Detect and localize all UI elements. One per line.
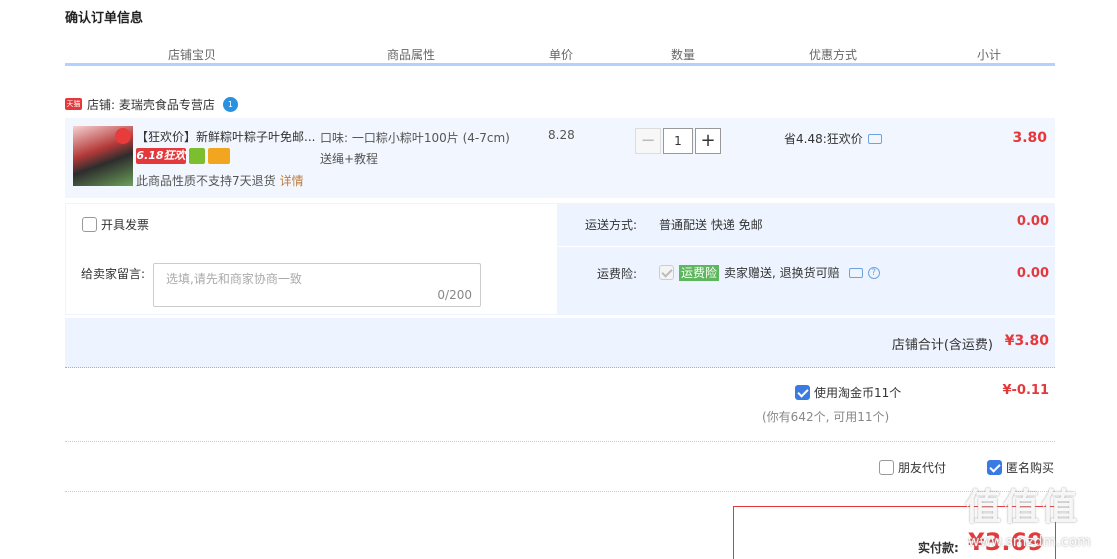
shop-row: 天猫 店铺: 麦瑞壳食品专营店 1 bbox=[65, 96, 238, 112]
watermark-logo: 值值值 bbox=[965, 487, 1080, 528]
qty-minus-button[interactable]: − bbox=[635, 128, 661, 154]
detail-link[interactable]: 详情 bbox=[280, 174, 304, 188]
order-options: 开具发票 给卖家留言: 选填,请先和商家协商一致 0/200 运送方式: 普通配… bbox=[65, 203, 1055, 315]
invoice-option[interactable]: 开具发票 bbox=[82, 216, 149, 233]
divider bbox=[65, 441, 1055, 442]
discount-text: 省4.48:狂欢价 bbox=[784, 132, 863, 146]
shop-name-link[interactable]: 店铺: 麦瑞壳食品专营店 bbox=[87, 96, 215, 113]
insurance-checkbox bbox=[659, 265, 674, 280]
anonymous-label: 匿名购买 bbox=[1006, 461, 1055, 475]
service-icon bbox=[189, 148, 205, 164]
order-column-header: 店铺宝贝 商品属性 单价 数量 优惠方式 小计 bbox=[65, 44, 1055, 66]
insurance-text: 卖家赠送, 退换货可赔 bbox=[724, 266, 840, 280]
no-return-text: 此商品性质不支持7天退货 bbox=[136, 174, 276, 188]
order-item-row: 【狂欢价】新鲜粽叶粽子叶免邮... 6.18狂欢 此商品性质不支持7天退货 详情 … bbox=[65, 118, 1055, 198]
friend-pay-option[interactable]: 朋友代付 bbox=[879, 459, 946, 476]
col-quantity: 数量 bbox=[671, 48, 696, 62]
quantity-stepper: − 1 + bbox=[635, 128, 721, 154]
quantity-input[interactable]: 1 bbox=[663, 128, 693, 154]
shipping-price: 0.00 bbox=[1016, 214, 1049, 229]
promo-618-tag: 6.18狂欢 bbox=[136, 148, 186, 164]
wangwang-chat-icon[interactable]: 1 bbox=[222, 96, 238, 112]
unit-price: 8.28 bbox=[548, 128, 575, 142]
tmall-icon: 天猫 bbox=[65, 98, 82, 110]
anonymous-checkbox[interactable] bbox=[987, 460, 1002, 475]
insurance-tag: 运费险 bbox=[679, 264, 720, 281]
shop-total-label: 店铺合计(含运费) bbox=[891, 338, 993, 353]
help-icon[interactable]: ? bbox=[867, 266, 880, 279]
discount-info: 省4.48:狂欢价 bbox=[784, 130, 882, 147]
message-counter: 0/200 bbox=[437, 288, 472, 302]
options-left-panel: 开具发票 给卖家留言: 选填,请先和商家协商一致 0/200 bbox=[65, 203, 558, 315]
col-attribute: 商品属性 bbox=[387, 48, 436, 62]
anonymous-option[interactable]: 匿名购买 bbox=[987, 459, 1054, 476]
shipping-label: 运送方式: bbox=[585, 218, 638, 232]
message-label: 给卖家留言: bbox=[81, 267, 146, 281]
shop-total-amount: ¥3.80 bbox=[1004, 333, 1049, 349]
message-icon[interactable] bbox=[848, 267, 863, 278]
payment-label: 实付款: bbox=[918, 541, 959, 555]
friend-pay-label: 朋友代付 bbox=[898, 461, 947, 475]
invoice-label: 开具发票 bbox=[101, 218, 150, 232]
product-tags: 6.18狂欢 bbox=[136, 148, 230, 164]
product-attribute: 口味: 一口粽小粽叶100片 (4-7cm) 送绳+教程 bbox=[320, 131, 510, 166]
insurance-label: 运费险: bbox=[597, 267, 638, 281]
coin-balance-note: (你有642个, 可用11个) bbox=[762, 410, 890, 424]
credit-card-icon bbox=[208, 148, 230, 164]
divider bbox=[65, 491, 1055, 492]
item-subtotal: 3.80 bbox=[1012, 130, 1047, 146]
coin-discount-amount: ¥-0.11 bbox=[1002, 383, 1049, 398]
product-title-link[interactable]: 【狂欢价】新鲜粽叶粽子叶免邮... bbox=[136, 128, 316, 145]
shipping-method: 普通配送 快递 免邮 bbox=[659, 218, 763, 232]
options-divider bbox=[558, 246, 1055, 247]
insurance-price: 0.00 bbox=[1016, 266, 1049, 281]
shop-total-bar: 店铺合计(含运费) ¥3.80 bbox=[65, 318, 1055, 368]
qty-plus-button[interactable]: + bbox=[695, 128, 721, 154]
col-subtotal: 小计 bbox=[977, 48, 1002, 62]
promo-badge-icon bbox=[115, 128, 131, 144]
coin-option[interactable]: 使用淘金币11个 bbox=[795, 384, 901, 401]
watermark-url: www.smzdm.com bbox=[968, 534, 1091, 550]
coin-label: 使用淘金币11个 bbox=[814, 386, 902, 400]
invoice-checkbox[interactable] bbox=[82, 217, 97, 232]
product-thumbnail[interactable] bbox=[73, 126, 133, 186]
col-unit-price: 单价 bbox=[549, 48, 574, 62]
friend-pay-checkbox[interactable] bbox=[879, 460, 894, 475]
no-return-notice: 此商品性质不支持7天退货 详情 bbox=[136, 172, 304, 189]
col-shop-item: 店铺宝贝 bbox=[168, 48, 217, 62]
seller-message-input[interactable]: 选填,请先和商家协商一致 0/200 bbox=[153, 263, 481, 307]
message-icon[interactable] bbox=[867, 133, 882, 144]
insurance-row: 运费险 卖家赠送, 退换货可赔 ? bbox=[659, 264, 880, 281]
message-placeholder: 选填,请先和商家协商一致 bbox=[166, 272, 302, 286]
coin-checkbox[interactable] bbox=[795, 385, 810, 400]
page-title: 确认订单信息 bbox=[65, 11, 144, 26]
col-discount: 优惠方式 bbox=[809, 48, 858, 62]
